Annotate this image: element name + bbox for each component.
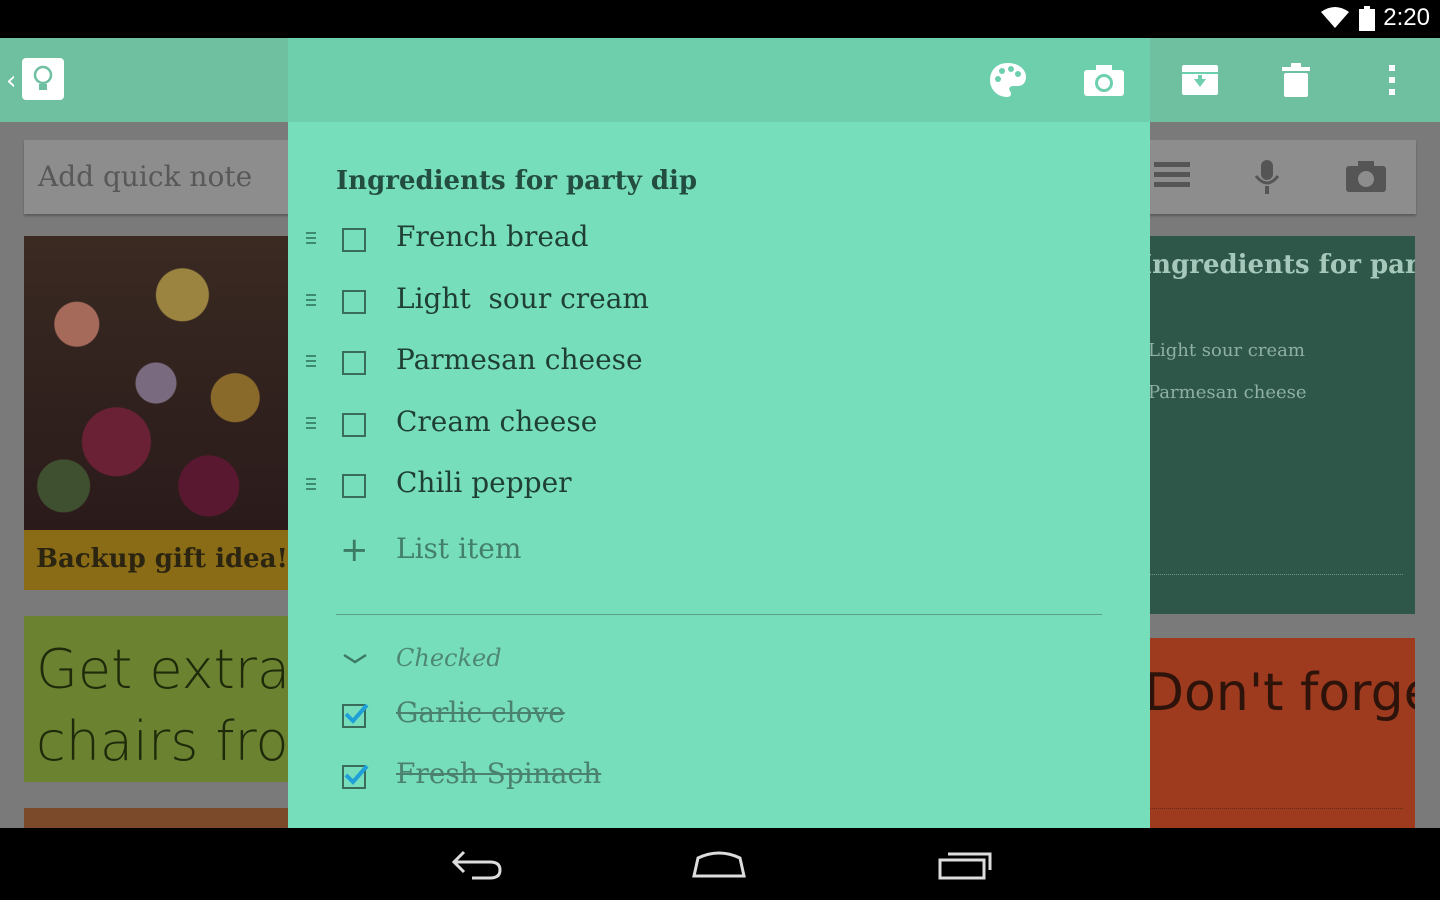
drag-handle-icon[interactable] [306, 232, 316, 246]
item-checkbox-checked[interactable] [342, 764, 369, 789]
microphone-icon[interactable] [1252, 158, 1282, 196]
list-item-text[interactable]: Parmesan cheese [396, 343, 643, 376]
divider [1150, 574, 1403, 575]
red-card-text: Don't forget to buy balloons [1150, 663, 1415, 723]
chevron-down-icon[interactable] [342, 652, 368, 666]
list-item[interactable]: Chili pepper [288, 460, 1150, 516]
list-icon[interactable] [1152, 158, 1192, 192]
home-icon[interactable] [690, 846, 748, 882]
palette-icon[interactable] [986, 58, 1030, 102]
note-editor-toolbar [288, 38, 1395, 122]
photo-card-title: Backup gift idea! [36, 544, 288, 574]
trash-icon[interactable] [1274, 58, 1318, 102]
item-checkbox[interactable] [342, 413, 366, 437]
teal-card-line: Parmesan cheese [1150, 382, 1307, 403]
divider [1150, 808, 1403, 809]
list-item[interactable]: Parmesan cheese [288, 337, 1150, 393]
checked-list-item[interactable]: Fresh Spinach [288, 751, 1150, 807]
drag-handle-icon[interactable] [306, 355, 316, 369]
item-checkbox[interactable] [342, 474, 366, 498]
green-card-text: Get extra chairs from attic [36, 638, 288, 773]
note-editor: Ingredients for party dip French bread L… [288, 122, 1150, 828]
checkmark-icon [344, 764, 369, 785]
clock: 2:20 [1383, 4, 1430, 31]
status-bar: 2:20 [0, 0, 1440, 38]
flower-photo [24, 236, 288, 530]
list-item[interactable]: Light sour cream [288, 276, 1150, 332]
list-item[interactable]: Cream cheese [288, 399, 1150, 455]
add-list-item[interactable]: + List item [288, 524, 1150, 580]
plus-icon[interactable]: + [340, 530, 369, 570]
drag-handle-icon[interactable] [306, 478, 316, 492]
archive-icon[interactable] [1178, 58, 1222, 102]
quick-camera-icon[interactable] [1344, 158, 1388, 194]
add-item-placeholder[interactable]: List item [396, 532, 521, 565]
list-item-text[interactable]: Cream cheese [396, 405, 597, 438]
wifi-icon [1321, 7, 1349, 28]
checked-list-item[interactable]: Garlic clove [288, 690, 1150, 746]
checked-item-text[interactable]: Garlic clove [396, 696, 565, 729]
recents-icon[interactable] [936, 846, 994, 882]
drag-handle-icon[interactable] [306, 294, 316, 308]
teal-card-title: Ingredients for party dip [1150, 250, 1415, 280]
back-icon[interactable] [450, 846, 504, 882]
green-note-card[interactable]: Get extra chairs from attic [24, 616, 288, 782]
list-item-text[interactable]: French bread [396, 220, 589, 253]
quick-note-placeholder[interactable]: Add quick note [38, 160, 252, 193]
teal-card-line: Light sour cream [1150, 340, 1305, 361]
overflow-menu-icon[interactable] [1370, 58, 1414, 102]
checked-section-label[interactable]: Checked [396, 644, 502, 672]
item-checkbox[interactable] [342, 290, 366, 314]
list-item[interactable]: French bread [288, 214, 1150, 270]
up-chevron-icon[interactable]: ‹ [6, 66, 16, 96]
camera-icon[interactable] [1082, 58, 1126, 102]
keep-logo-icon[interactable] [22, 58, 64, 100]
photo-note-card[interactable]: Backup gift idea! [24, 236, 288, 590]
list-item-text[interactable]: Light sour cream [396, 282, 649, 315]
checkmark-icon [344, 703, 369, 724]
photo-note-card-2[interactable] [24, 808, 288, 828]
item-checkbox-checked[interactable] [342, 703, 369, 728]
navigation-bar [0, 828, 1440, 900]
divider [336, 614, 1102, 615]
battery-icon [1359, 6, 1375, 31]
checked-item-text[interactable]: Fresh Spinach [396, 757, 601, 790]
drag-handle-icon[interactable] [306, 417, 316, 431]
item-checkbox[interactable] [342, 228, 366, 252]
list-item-text[interactable]: Chili pepper [396, 466, 572, 499]
item-checkbox[interactable] [342, 351, 366, 375]
red-note-card[interactable]: Don't forget to buy balloons [1150, 638, 1415, 828]
teal-note-card[interactable]: Ingredients for party dip Light sour cre… [1150, 236, 1415, 614]
note-title[interactable]: Ingredients for party dip [336, 166, 697, 196]
